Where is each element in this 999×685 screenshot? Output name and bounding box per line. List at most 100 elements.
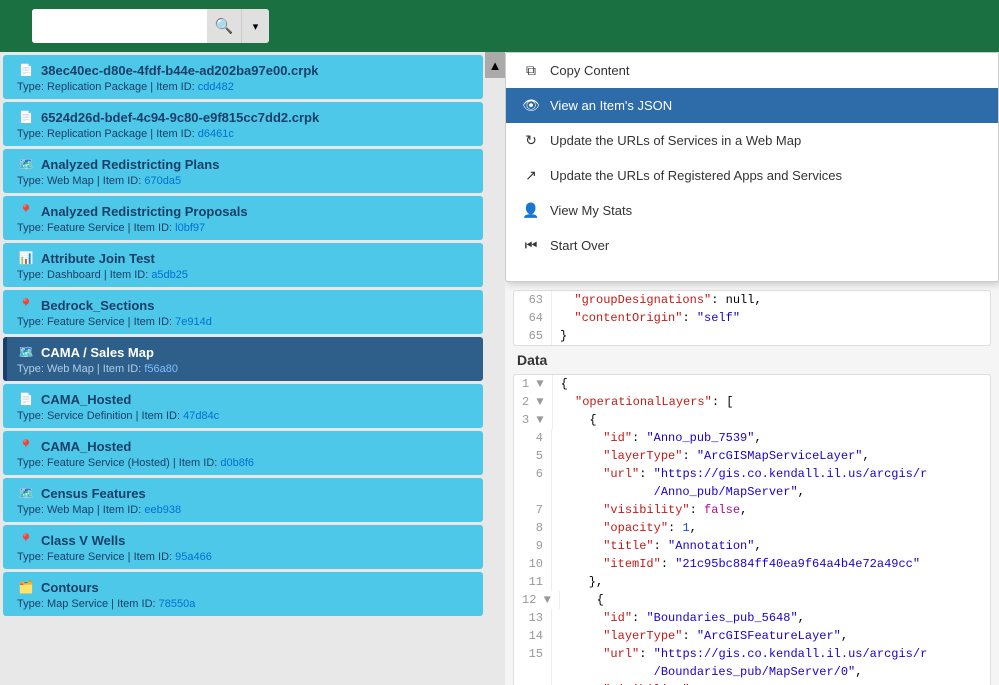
line-content: "id": "Anno_pub_7539", xyxy=(560,429,762,447)
item-type-icon: 📄 xyxy=(17,61,35,79)
menu-item-start-over[interactable]: ⏮Start Over xyxy=(506,228,998,263)
item-id-link[interactable]: a5db25 xyxy=(151,269,188,281)
line-content: { xyxy=(561,375,568,393)
list-item-item9[interactable]: 📍CAMA_HostedType: Feature Service (Hoste… xyxy=(3,431,483,475)
code-line: 8 "opacity": 1, xyxy=(514,519,990,537)
item-title-text: Class V Wells xyxy=(41,533,125,548)
list-item-item7[interactable]: 🗺️CAMA / Sales MapType: Web Map | Item I… xyxy=(3,337,483,381)
item-meta: Type: Feature Service | Item ID: l0bf97 xyxy=(17,222,473,234)
menu-item-icon: ↗ xyxy=(522,167,540,184)
list-item-item4[interactable]: 📍Analyzed Redistricting Proposals Type: F… xyxy=(3,196,483,240)
item-title: 🗂️Contours xyxy=(17,578,473,596)
code-line: 11 }, xyxy=(514,573,990,591)
item-title: 📍Class V Wells xyxy=(17,531,473,549)
app-header: 🔍 ▾ xyxy=(0,0,999,52)
menu-item-label: Update the URLs of Services in a Web Map xyxy=(550,133,801,148)
line-content: "url": "https://gis.co.kendall.il.us/arc… xyxy=(560,645,927,681)
code-line: 10 "itemId": "21c95bc884ff40ea9f64a4b4e7… xyxy=(514,555,990,573)
item-meta: Type: Feature Service | Item ID: 95a466 xyxy=(17,551,473,563)
code-line: 7 "visibility": false, xyxy=(514,501,990,519)
right-panel: ⧉Copy Content 👁 View an Item's JSON ↻Update… xyxy=(505,52,999,685)
search-dropdown-button[interactable]: ▾ xyxy=(241,9,269,43)
line-number: 1 ▼ xyxy=(522,375,553,393)
code-line: 5 "layerType": "ArcGISMapServiceLayer", xyxy=(514,447,990,465)
item-title-text: Analyzed Redistricting Plans xyxy=(41,157,219,172)
json-viewer[interactable]: 63 "groupDesignations": null,64 "content… xyxy=(505,282,999,685)
menu-item-view-json[interactable]: 👁 View an Item's JSON xyxy=(506,88,998,123)
menu-item-view-stats[interactable]: 👤View My Stats xyxy=(506,193,998,228)
item-type-icon: 📄 xyxy=(17,108,35,126)
item-title: 🗺️Census Features xyxy=(17,484,473,502)
list-item-item1[interactable]: 📄 38ec40ec-d80e-4fdf-b44e-ad202ba97e00.cr… xyxy=(3,55,483,99)
line-number: 64 xyxy=(522,309,552,327)
item-type-icon: 📍 xyxy=(17,437,35,455)
item-type-icon: 📄 xyxy=(17,390,35,408)
list-item-item11[interactable]: 📍Class V Wells Type: Feature Service | It… xyxy=(3,525,483,569)
line-content: "visibility": false, xyxy=(560,501,747,519)
line-number: 5 xyxy=(522,447,552,465)
item-id-link[interactable]: cdd482 xyxy=(198,81,234,93)
item-id-link[interactable]: 95a466 xyxy=(175,551,212,563)
list-item-item5[interactable]: 📊Attribute Join TestType: Dashboard | It… xyxy=(3,243,483,287)
code-line: 14 "layerType": "ArcGISFeatureLayer", xyxy=(514,627,990,645)
line-number: 6 xyxy=(522,465,552,501)
item-id-link[interactable]: f56a80 xyxy=(144,363,178,375)
item-type-icon: 🗂️ xyxy=(17,578,35,596)
item-title: 📄 38ec40ec-d80e-4fdf-b44e-ad202ba97e00.cr… xyxy=(17,61,473,79)
search-input[interactable] xyxy=(32,9,207,43)
item-json-block: 63 "groupDesignations": null,64 "content… xyxy=(513,290,991,346)
line-content: "layerType": "ArcGISFeatureLayer", xyxy=(560,627,848,645)
item-id-link[interactable]: 78550a xyxy=(159,598,196,610)
list-item-item8[interactable]: 📄CAMA_HostedType: Service Definition | I… xyxy=(3,384,483,428)
code-line: 3 ▼ { xyxy=(514,411,990,429)
list-item-item10[interactable]: 🗺️Census FeaturesType: Web Map | Item ID… xyxy=(3,478,483,522)
line-content: "url": "https://gis.co.kendall.il.us/arc… xyxy=(560,465,927,501)
item-meta: Type: Map Service | Item ID: 78550a xyxy=(17,598,473,610)
line-content: } xyxy=(560,327,567,345)
line-number: 14 xyxy=(522,627,552,645)
line-content: { xyxy=(561,411,597,429)
list-item-item3[interactable]: 🗺️Analyzed Redistricting PlansType: Web … xyxy=(3,149,483,193)
item-id-link[interactable]: 47d84c xyxy=(183,410,219,422)
item-title: 📍Analyzed Redistricting Proposals xyxy=(17,202,473,220)
item-id-link[interactable]: eeb938 xyxy=(144,504,181,516)
line-content: }, xyxy=(560,573,603,591)
line-content: "opacity": 1, xyxy=(560,519,697,537)
item-id-link[interactable]: 7e914d xyxy=(175,316,212,328)
menu-item-update-apps[interactable]: ↗Update the URLs of Registered Apps and … xyxy=(506,158,998,193)
item-title: 🗺️ Analyzed Redistricting Plans xyxy=(17,155,473,173)
data-json-block: 1 ▼{2 ▼ "operationalLayers": [3 ▼ {4 "id… xyxy=(513,374,991,685)
item-type-icon: 🗺️ xyxy=(17,155,35,173)
line-number: 4 xyxy=(522,429,552,447)
list-item-item12[interactable]: 🗂️Contours Type: Map Service | Item ID: 7… xyxy=(3,572,483,616)
code-line: 6 "url": "https://gis.co.kendall.il.us/a… xyxy=(514,465,990,501)
item-id-link[interactable]: d6461c xyxy=(198,128,234,140)
menu-item-label: View an Item's JSON xyxy=(550,98,672,113)
line-content: "operationalLayers": [ xyxy=(561,393,734,411)
menu-item-update-urls[interactable]: ↻Update the URLs of Services in a Web Ma… xyxy=(506,123,998,158)
list-item-item6[interactable]: 📍Bedrock_SectionsType: Feature Service |… xyxy=(3,290,483,334)
item-title-text: 6524d26d-bdef-4c94-9c80-e9f815cc7dd2.crp… xyxy=(41,110,319,125)
code-line: 12 ▼ { xyxy=(514,591,990,609)
code-line: 63 "groupDesignations": null, xyxy=(514,291,990,309)
item-title-text: 38ec40ec-d80e-4fdf-b44e-ad202ba97e00.crp… xyxy=(41,63,319,78)
menu-item-icon: 👁 xyxy=(522,97,540,114)
line-number: 10 xyxy=(522,555,552,573)
code-line: 1 ▼ { xyxy=(514,375,990,393)
search-button[interactable]: 🔍 xyxy=(207,9,241,43)
item-type-icon: 📍 xyxy=(17,202,35,220)
item-id-link[interactable]: l0bf97 xyxy=(175,222,205,234)
menu-item-label: Copy Content xyxy=(550,63,630,78)
scroll-up-button[interactable]: ▲ xyxy=(485,52,505,78)
menu-item-copy[interactable]: ⧉Copy Content xyxy=(506,53,998,88)
line-number: 9 xyxy=(522,537,552,555)
item-id-link[interactable]: d0b8f6 xyxy=(220,457,254,469)
item-id-link[interactable]: 670da5 xyxy=(144,175,181,187)
line-content: "itemId": "21c95bc884ff40ea9f64a4b4e72a4… xyxy=(560,555,920,573)
list-item-item2[interactable]: 📄 6524d26d-bdef-4c94-9c80-e9f815cc7dd2.cr… xyxy=(3,102,483,146)
search-bar: 🔍 ▾ xyxy=(32,9,269,43)
menu-item-label: View My Stats xyxy=(550,203,632,218)
item-meta: Type: Service Definition | Item ID: 47d8… xyxy=(17,410,473,422)
item-meta: Type: Feature Service | Item ID: 7e914d xyxy=(17,316,473,328)
item-type-icon: 🗺️ xyxy=(17,484,35,502)
